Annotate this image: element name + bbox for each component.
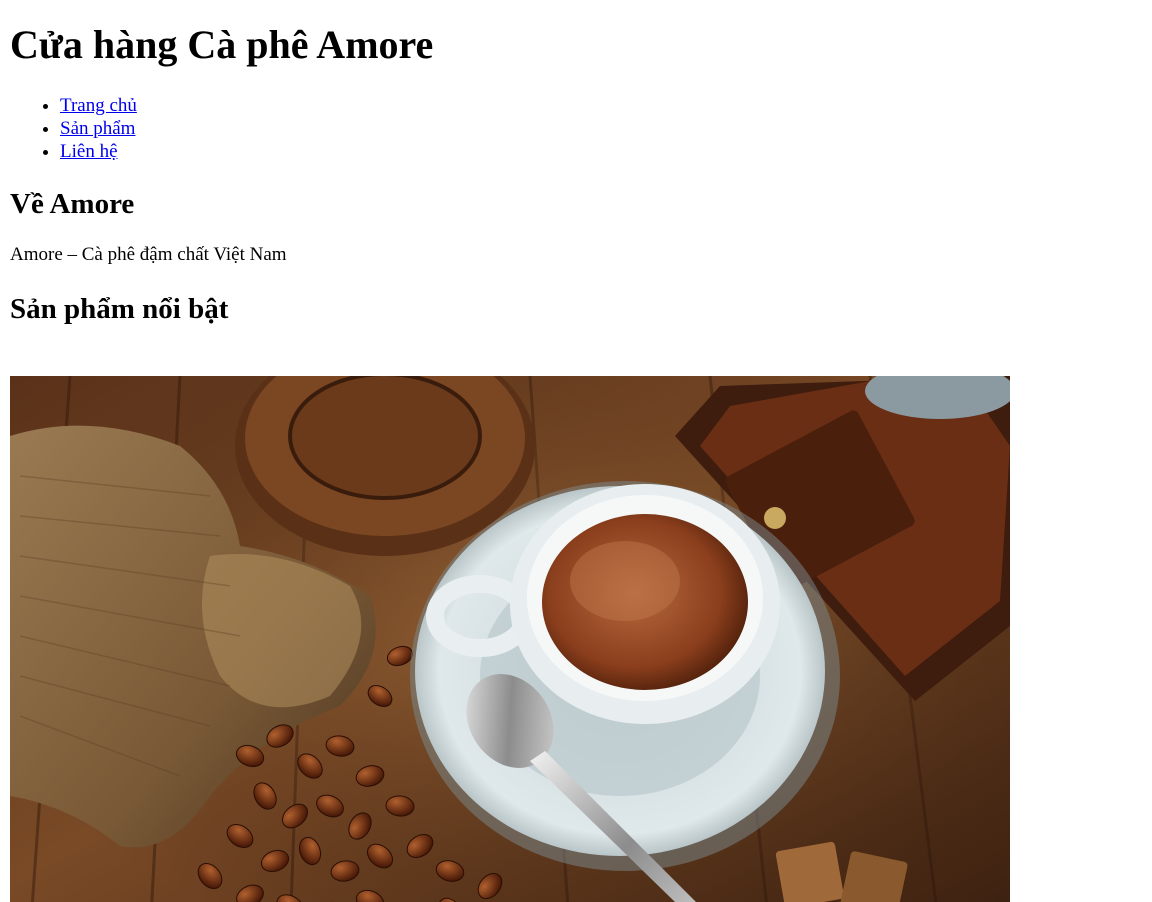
about-heading: Về Amore (10, 188, 135, 220)
featured-product-image (10, 376, 1010, 902)
about-tagline: Amore – Cà phê đậm chất Việt Nam (10, 244, 287, 265)
nav-link-contact[interactable]: Liên hệ (60, 141, 118, 162)
main-nav: Trang chủ Sản phẩm Liên hệ (10, 94, 1142, 163)
nav-link-products[interactable]: Sản phẩm (60, 118, 135, 139)
featured-heading: Sản phẩm nổi bật (10, 293, 229, 325)
nav-item-products: Sản phẩm (60, 117, 1142, 140)
page: Cửa hàng Cà phê Amore Trang chủ Sản phẩm… (0, 22, 1152, 326)
nav-link-home[interactable]: Trang chủ (60, 95, 137, 116)
nav-item-home: Trang chủ (60, 94, 1142, 117)
page-title: Cửa hàng Cà phê Amore (10, 22, 434, 67)
coffee-photo-illustration (10, 376, 1010, 902)
nav-item-contact: Liên hệ (60, 140, 1142, 163)
